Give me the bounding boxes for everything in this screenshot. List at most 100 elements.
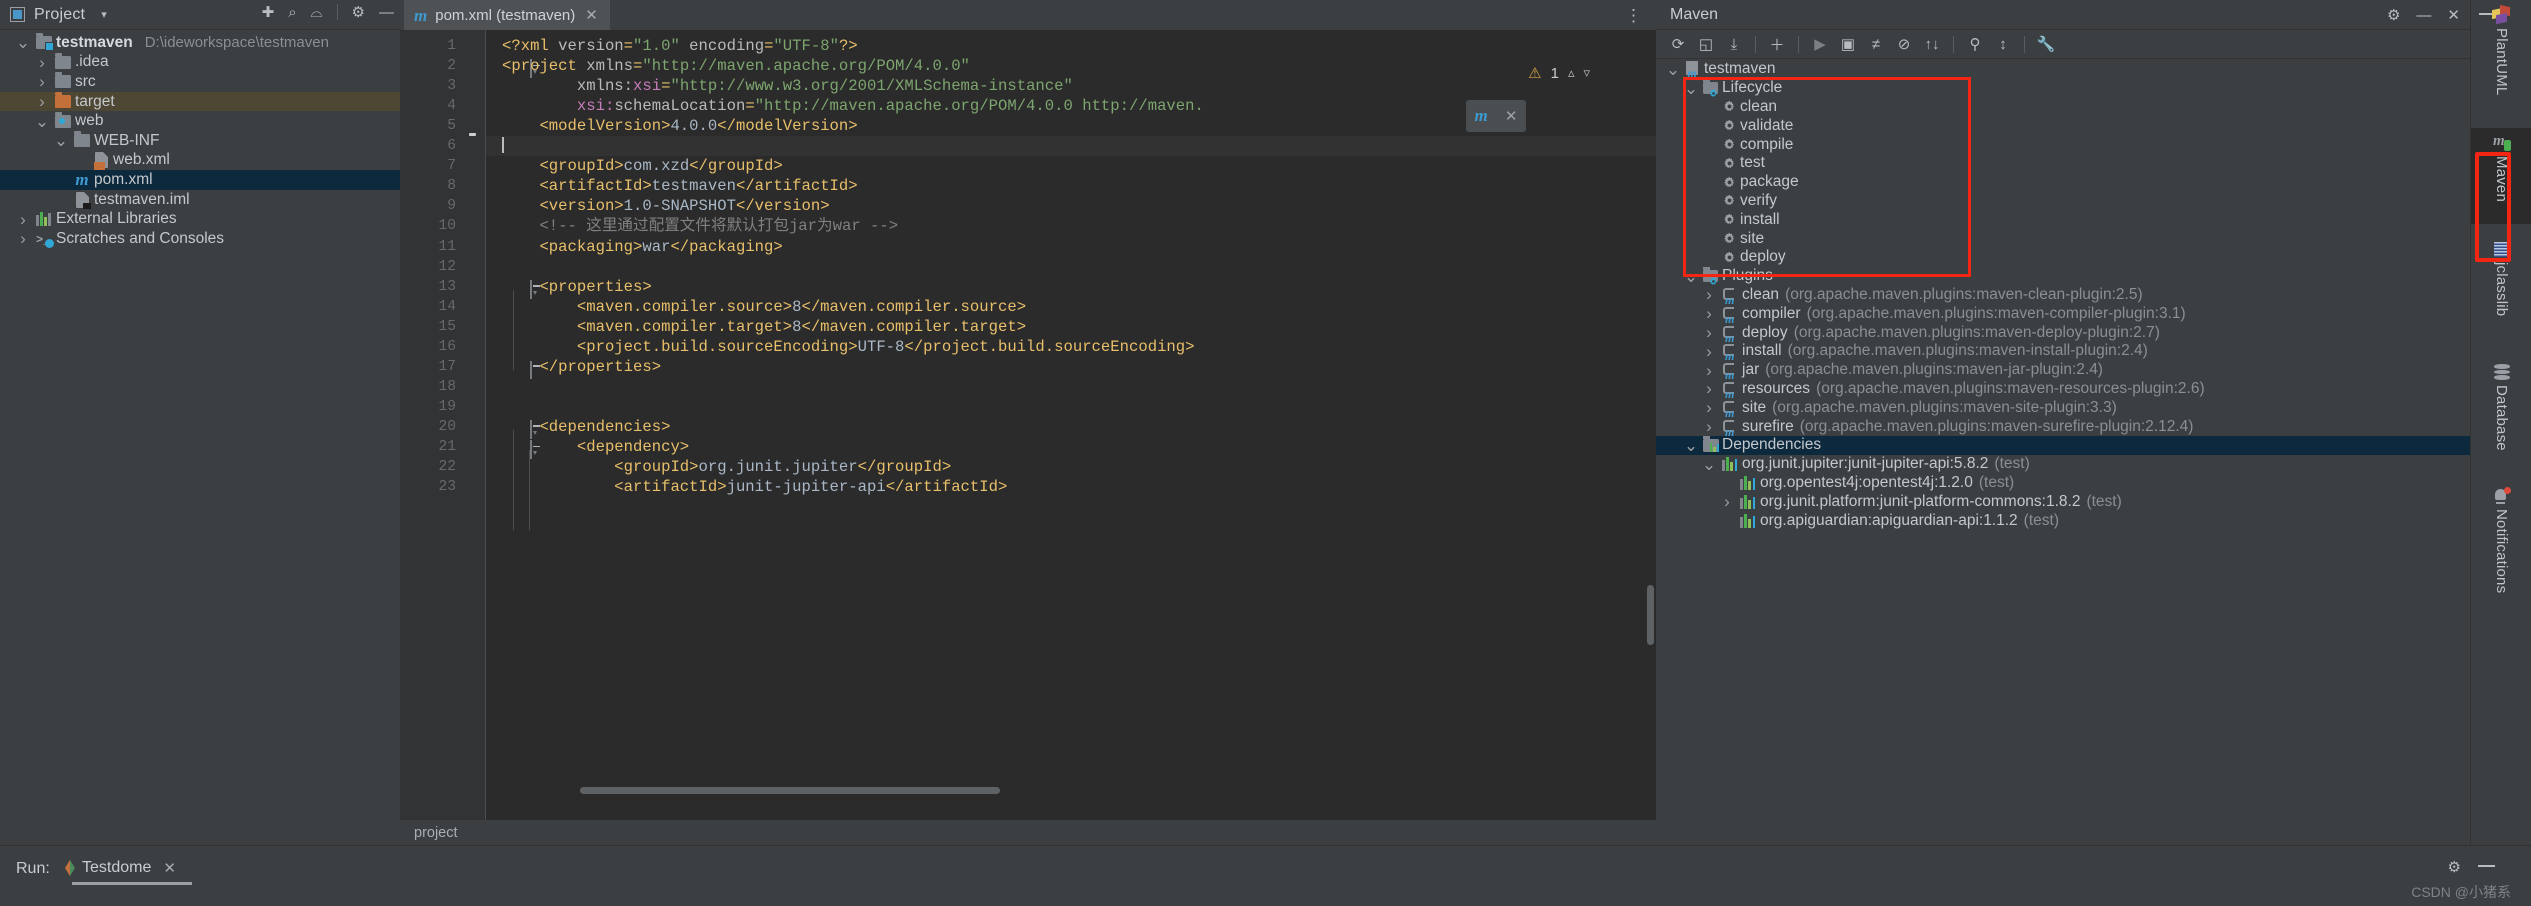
code-line[interactable]: <packaging>war</packaging> (486, 237, 1656, 257)
project-tree-item[interactable]: › .idea (0, 52, 400, 73)
code-line[interactable]: <groupId>org.junit.jupiter</groupId> (486, 457, 1656, 477)
project-tree-item[interactable]: ⌄ web (0, 111, 400, 131)
code-content[interactable]: <?xml version="1.0" encoding="UTF-8"?> <p… (486, 30, 1656, 820)
collapse-all-icon[interactable]: ↑↓ (1918, 36, 1946, 53)
chevron-right-icon[interactable]: › (14, 211, 32, 228)
maven-plugin-compiler[interactable]: › m compiler (org.apache.maven.plugins:mave… (1656, 304, 2470, 325)
expand-icon[interactable]: ↕ (1989, 36, 2017, 53)
code-line[interactable]: <project.build.sourceEncoding>UTF-8</pro… (486, 337, 1656, 357)
project-tree-item[interactable]: web.xml (0, 151, 400, 171)
locate-icon[interactable]: ✚ (262, 5, 275, 20)
vertical-scrollbar[interactable] (1647, 585, 1654, 645)
code-line[interactable] (486, 377, 1656, 397)
chevron-down-icon[interactable]: ⌄ (1682, 80, 1700, 97)
tool-tab-plantuml[interactable]: PlantUML (2471, 0, 2531, 116)
chevron-right-icon[interactable]: › (33, 93, 51, 110)
chevron-right-icon[interactable]: › (1700, 305, 1718, 322)
run-tab-testdome[interactable]: Testdome ✕ (65, 854, 182, 882)
hide-icon[interactable] (2478, 865, 2495, 867)
maven-goal-site[interactable]: site (1656, 229, 2470, 248)
arrow-up-icon[interactable]: ▵ (1568, 65, 1575, 81)
code-line[interactable]: <project xmlns="http://maven.apache.org/… (486, 56, 1656, 76)
project-tree-item[interactable]: › src (0, 72, 400, 92)
run-icon[interactable]: ▶ (1806, 35, 1834, 53)
more-options-icon[interactable]: ⋮ (1625, 6, 1644, 26)
close-icon[interactable]: ✕ (163, 859, 176, 877)
chevron-right-icon[interactable]: › (1700, 418, 1718, 435)
tool-tab-notifications[interactable]: Notifications (2471, 482, 2531, 632)
toggle-offline-icon[interactable]: ⊘ (1890, 35, 1918, 53)
gear-icon[interactable]: ⚙ (2387, 6, 2400, 24)
gear-icon[interactable]: ⚙ (352, 5, 365, 20)
tool-tab-database[interactable]: Database (2471, 358, 2531, 470)
hide-icon[interactable]: — (2416, 7, 2431, 24)
code-line[interactable]: <artifactId>testmaven</artifactId> (486, 176, 1656, 196)
maven-goal-install[interactable]: install (1656, 210, 2470, 229)
maven-goal-compile[interactable]: compile (1656, 135, 2470, 154)
chevron-right-icon[interactable]: › (1700, 362, 1718, 379)
maven-reload-popup[interactable]: m ✕ (1466, 100, 1526, 132)
inspection-widget[interactable]: ⚠ 1 ▵ ▿ (1528, 64, 1590, 83)
arrow-down-icon[interactable]: ▿ (1583, 65, 1590, 81)
chevron-down-icon[interactable]: ▾ (101, 8, 107, 21)
project-tree-item[interactable]: › target (0, 91, 400, 112)
code-line[interactable] (486, 257, 1656, 277)
maven-dependency-item[interactable]: › org.junit.platform:junit-platform-commo… (1656, 492, 2470, 511)
close-icon[interactable]: ✕ (585, 6, 598, 24)
horizontal-scrollbar[interactable] (580, 787, 1000, 794)
maven-dependency-item[interactable]: ⌄ org.junit.jupiter:junit-jupiter-api:5.8… (1656, 455, 2470, 474)
maven-tree[interactable]: ⌄ m testmaven ⌄ Lifecycle clean validate com… (1656, 60, 2470, 845)
maven-goal-package[interactable]: package (1656, 173, 2470, 192)
maven-goal-verify[interactable]: verify (1656, 192, 2470, 211)
code-line[interactable] (486, 397, 1656, 417)
chevron-right-icon[interactable]: › (1700, 324, 1718, 341)
gear-icon[interactable]: ⚙ (2448, 858, 2461, 876)
maven-plugin-clean[interactable]: › m clean (org.apache.maven.plugins:maven-c… (1656, 286, 2470, 306)
maven-goal-deploy[interactable]: deploy (1656, 248, 2470, 267)
code-line[interactable] (486, 136, 1656, 157)
chevron-down-icon[interactable]: ⌄ (1664, 61, 1682, 78)
chevron-right-icon[interactable]: › (14, 230, 32, 247)
code-line[interactable]: <dependency> (486, 437, 1656, 457)
chevron-down-icon[interactable]: ⌄ (14, 34, 32, 51)
chevron-right-icon[interactable]: › (1700, 399, 1718, 416)
chevron-down-icon[interactable]: ⌄ (52, 132, 70, 149)
reload-all-projects-icon[interactable]: ⟳ (1664, 35, 1692, 53)
code-line[interactable]: </properties> (486, 357, 1656, 377)
chevron-down-icon[interactable]: ⌄ (1700, 456, 1718, 473)
maven-goal-validate[interactable]: validate (1656, 116, 2470, 135)
project-tree-item[interactable]: › >_ Scratches and Consoles (0, 229, 400, 249)
maven-plugin-jar[interactable]: › m jar (org.apache.maven.plugins:maven-jar… (1656, 361, 2470, 381)
maven-lifecycle-node[interactable]: ⌄ Lifecycle (1656, 79, 2470, 98)
project-tree[interactable]: ⌄ testmaven D:\ideworkspace\testmaven › .ide… (0, 30, 400, 845)
chevron-right-icon[interactable]: › (33, 73, 51, 90)
collapse-all-icon[interactable]: ⌓ (311, 5, 323, 20)
code-line[interactable]: xmlns:xsi="http://www.w3.org/2001/XMLSch… (486, 76, 1656, 96)
maven-dependency-item[interactable]: org.opentest4j:opentest4j:1.2.0 (test) (1656, 474, 2470, 493)
editor-tab-pom-xml[interactable]: m pom.xml (testmaven) ✕ (404, 0, 610, 30)
chevron-down-icon[interactable]: ⌄ (33, 113, 51, 130)
close-icon[interactable]: ✕ (2447, 6, 2460, 24)
code-line[interactable]: <groupId>com.xzd</groupId> (486, 156, 1656, 176)
chevron-down-icon[interactable]: ⌄ (1682, 268, 1700, 285)
download-sources-icon[interactable]: ⤓ (1720, 36, 1748, 53)
maven-plugin-deploy[interactable]: › m deploy (org.apache.maven.plugins:maven-… (1656, 323, 2470, 344)
fold-gutter[interactable] (462, 30, 537, 820)
project-tree-item[interactable]: testmaven.iml (0, 190, 400, 210)
chevron-down-icon[interactable]: ⌄ (1682, 437, 1700, 454)
maven-plugin-site[interactable]: › m site (org.apache.maven.plugins:maven-si… (1656, 398, 2470, 419)
project-tree-item[interactable]: ⌄ testmaven D:\ideworkspace\testmaven (0, 33, 400, 53)
code-line[interactable]: <maven.compiler.target>8</maven.compiler… (486, 317, 1656, 337)
maven-goal-clean[interactable]: clean (1656, 98, 2470, 117)
code-line[interactable]: <?xml version="1.0" encoding="UTF-8"?> (486, 36, 1656, 56)
toggle-skip-tests-icon[interactable]: ≠ (1862, 36, 1890, 53)
project-tree-item[interactable]: › External Libraries (0, 209, 400, 229)
expand-all-icon[interactable]: ⌕ (288, 5, 296, 20)
maven-reload-icon[interactable]: m (1475, 106, 1488, 126)
add-icon[interactable]: ＋ (1763, 34, 1791, 55)
tool-tab-jclasslib[interactable]: jclasslib (2471, 236, 2531, 346)
maven-settings-icon[interactable]: 🔧 (2032, 35, 2060, 53)
code-line[interactable]: <properties> (486, 277, 1656, 297)
chevron-right-icon[interactable]: › (1718, 493, 1736, 510)
code-line[interactable]: <!-- 这里通过配置文件将默认打包jar为war --> (486, 216, 1656, 236)
